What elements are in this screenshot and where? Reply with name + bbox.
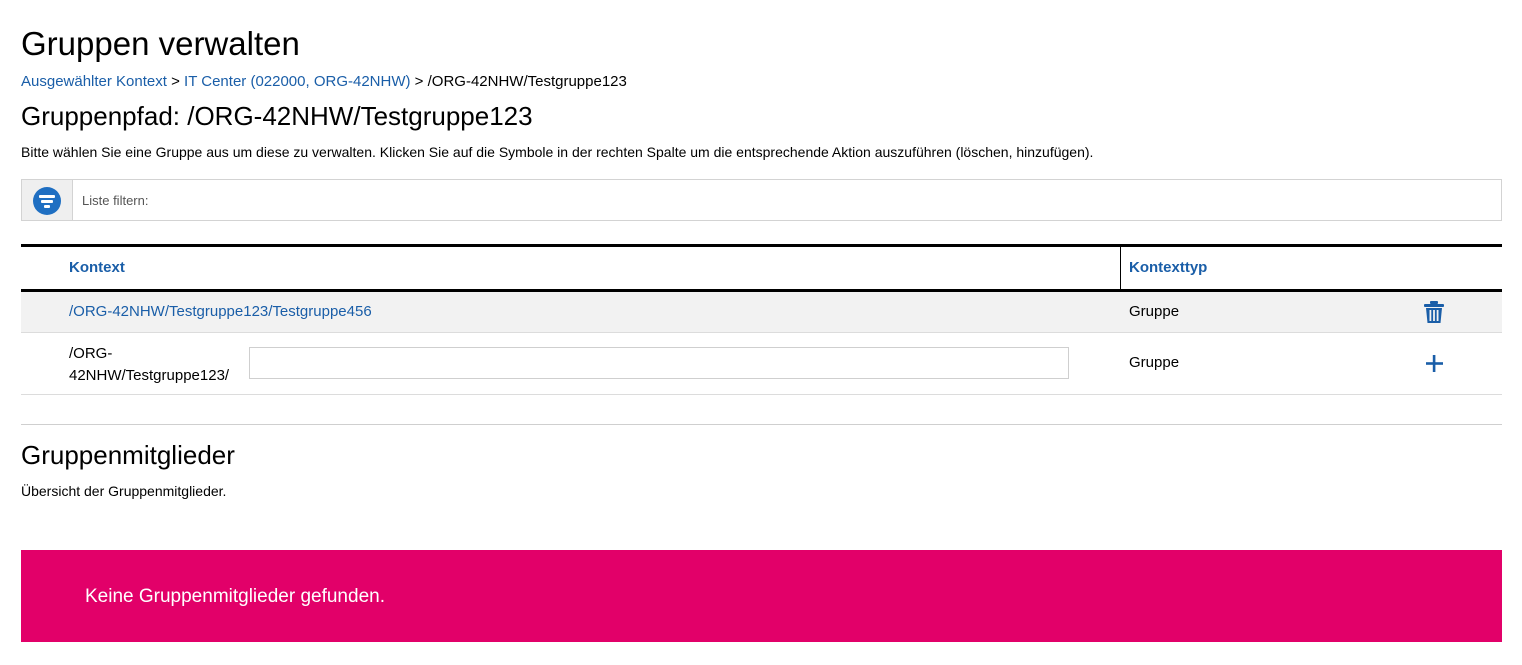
group-path-description: Bitte wählen Sie eine Gruppe aus um dies… <box>21 144 1094 160</box>
filter-icon <box>33 187 61 215</box>
filter-button[interactable] <box>22 180 73 220</box>
plus-icon <box>1426 355 1443 372</box>
breadcrumb-selected-context[interactable]: Ausgewählter Kontext <box>21 73 167 90</box>
column-divider <box>1120 247 1121 289</box>
filter-input[interactable] <box>74 180 1502 220</box>
delete-button[interactable] <box>1422 300 1446 324</box>
section-divider <box>21 424 1502 425</box>
filter-bar <box>21 179 1502 221</box>
breadcrumb-separator: > <box>171 73 180 90</box>
trash-icon <box>1424 301 1444 323</box>
empty-members-message: Keine Gruppenmitglieder gefunden. <box>85 586 385 607</box>
breadcrumb-current: /ORG-42NHW/Testgruppe123 <box>427 73 627 90</box>
new-group-prefix: /ORG- 42NHW/Testgruppe123/ <box>69 343 249 387</box>
context-type: Gruppe <box>1129 303 1180 320</box>
group-path-heading: Gruppenpfad: /ORG-42NHW/Testgruppe123 <box>21 101 533 131</box>
new-group-prefix-line: 42NHW/Testgruppe123/ <box>69 367 230 384</box>
context-type: Gruppe <box>1129 354 1180 371</box>
table-header: Kontext Kontexttyp <box>21 244 1502 292</box>
breadcrumb-it-center[interactable]: IT Center (022000, ORG-42NHW) <box>184 73 410 90</box>
members-description: Übersicht der Gruppenmitglieder. <box>21 483 227 499</box>
breadcrumb-separator: > <box>414 73 424 90</box>
column-header-context-type[interactable]: Kontexttyp <box>1129 247 1207 289</box>
page-title: Gruppen verwalten <box>21 25 300 62</box>
table-row-new: /ORG- 42NHW/Testgruppe123/ Gruppe <box>21 333 1502 395</box>
members-heading: Gruppenmitglieder <box>21 440 235 470</box>
add-group-button[interactable] <box>1424 353 1444 373</box>
table-row: /ORG-42NHW/Testgruppe123/Testgruppe456 G… <box>21 292 1502 333</box>
context-link[interactable]: /ORG-42NHW/Testgruppe123/Testgruppe456 <box>69 303 372 320</box>
column-header-context[interactable]: Kontext <box>69 247 125 289</box>
empty-members-alert: Keine Gruppenmitglieder gefunden. <box>21 550 1502 642</box>
breadcrumb: Ausgewählter Kontext > IT Center (022000… <box>21 73 627 91</box>
page: Gruppen verwalten Ausgewählter Kontext >… <box>0 0 1522 665</box>
new-group-prefix-line: /ORG- <box>69 345 113 362</box>
context-table: Kontext Kontexttyp /ORG-42NHW/Testgruppe… <box>21 244 1502 395</box>
new-group-name-input[interactable] <box>249 347 1069 379</box>
